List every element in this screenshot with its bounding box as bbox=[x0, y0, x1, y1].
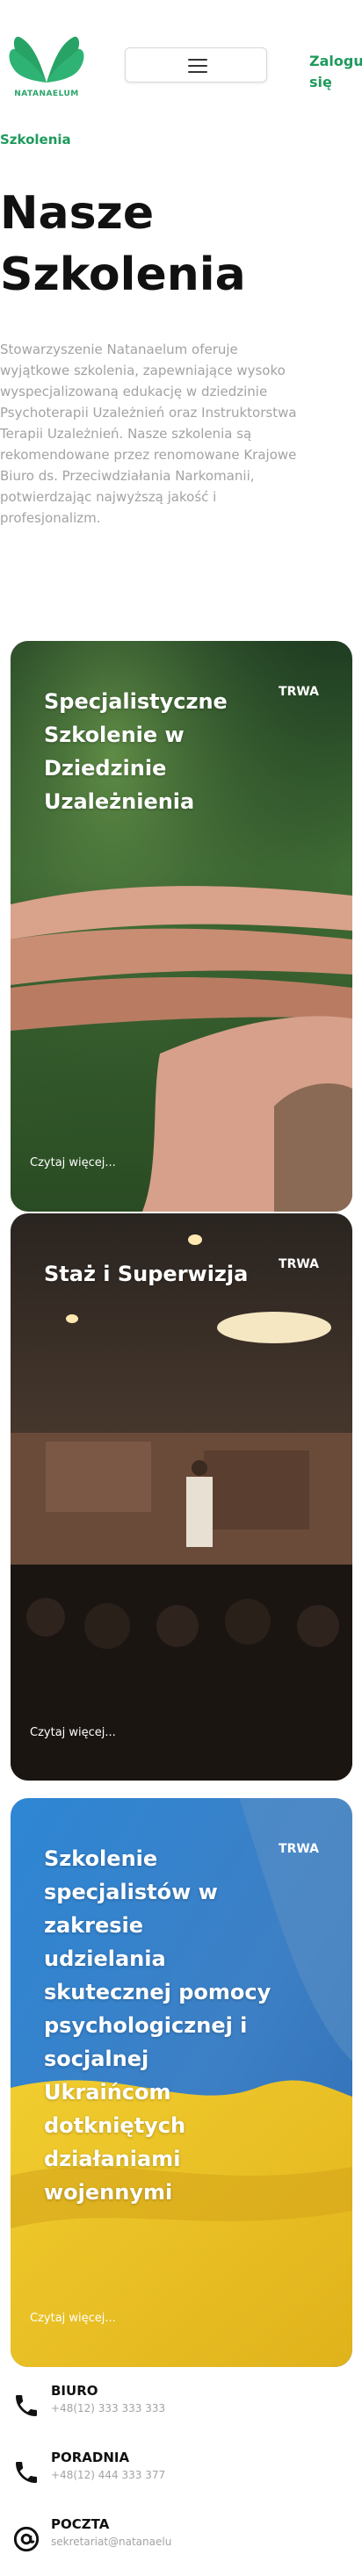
card-title: Szkolenie specjalistów w zakresie udziel… bbox=[44, 1846, 272, 2205]
contact-value: sekretariat@natanaelu bbox=[51, 2536, 172, 2548]
contact-label: BIURO bbox=[51, 2383, 98, 2399]
read-more-link[interactable]: Czytaj więcej... bbox=[30, 1726, 116, 1739]
read-more-link[interactable]: Czytaj więcej... bbox=[30, 2312, 116, 2325]
read-more-link[interactable]: Czytaj więcej... bbox=[30, 1156, 116, 1169]
status-badge: TRWA bbox=[279, 685, 319, 699]
contact-value: +48(12) 333 333 333 bbox=[51, 2402, 166, 2414]
contact-label: POCZTA bbox=[51, 2516, 110, 2532]
page-title-line-2: Szkolenia bbox=[0, 248, 246, 301]
logo[interactable]: NATANAELUM bbox=[7, 32, 86, 100]
contact-clinic[interactable]: PORADNIA +48(12) 444 333 377 bbox=[0, 2443, 362, 2509]
breadcrumb[interactable]: Szkolenia bbox=[0, 132, 71, 148]
intro-text: Stowarzyszenie Natanaelum oferuje wyjątk… bbox=[0, 342, 297, 526]
login-link[interactable]: Zaloguj się bbox=[309, 51, 362, 93]
page-title: Nasze Szkolenia bbox=[0, 183, 351, 306]
card-title: Specjalistyczne Szkolenie w Dziedzinie U… bbox=[44, 689, 228, 814]
site-header: NATANAELUM Zaloguj się bbox=[0, 0, 362, 123]
training-card-addiction[interactable]: Specjalistyczne Szkolenie w Dziedzinie U… bbox=[11, 641, 352, 1212]
page-title-line-1: Nasze bbox=[0, 187, 155, 240]
menu-button[interactable] bbox=[125, 47, 267, 83]
contact-section: BIURO +48(12) 333 333 333 PORADNIA +48(1… bbox=[0, 2376, 362, 2576]
contact-value: +48(12) 444 333 377 bbox=[51, 2469, 166, 2481]
contact-office[interactable]: BIURO +48(12) 333 333 333 bbox=[0, 2376, 362, 2443]
phone-icon bbox=[12, 2458, 40, 2486]
lecture-hall-photo bbox=[11, 1213, 352, 1781]
phone-icon bbox=[12, 2392, 40, 2420]
status-badge: TRWA bbox=[279, 1257, 319, 1271]
status-badge: TRWA bbox=[279, 1842, 319, 1856]
contact-label: PORADNIA bbox=[51, 2450, 130, 2465]
butterfly-logo-icon bbox=[9, 36, 84, 83]
training-card-internship[interactable]: Staż i Superwizja TRWA Czytaj więcej... bbox=[11, 1213, 352, 1781]
hamburger-menu-icon bbox=[188, 59, 207, 73]
card-title: Staż i Superwizja bbox=[44, 1262, 249, 1286]
contact-email[interactable]: POCZTA sekretariat@natanaelu bbox=[0, 2509, 362, 2576]
training-card-ukraine[interactable]: Szkolenie specjalistów w zakresie udziel… bbox=[11, 1798, 352, 2367]
at-icon bbox=[12, 2525, 40, 2553]
logo-text: NATANAELUM bbox=[14, 90, 79, 98]
